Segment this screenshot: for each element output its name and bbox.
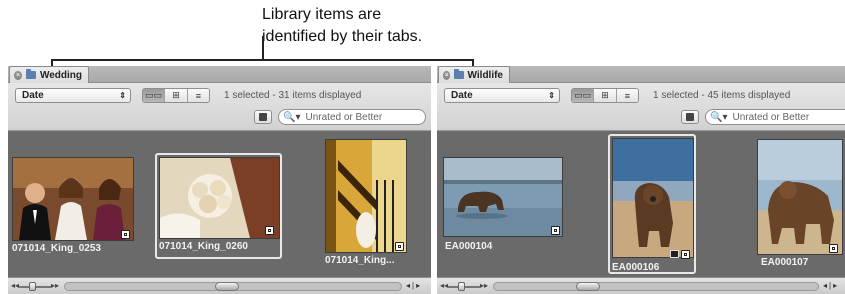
library-panel-wedding: × Wedding Date ⇕ ▭▭ ⊞ ≡ 1 selected - 31 …	[8, 66, 431, 294]
tab-label: Wedding	[39, 69, 82, 81]
master-badge-icon	[829, 244, 838, 253]
thumbnail-caption: 071014_King...	[325, 255, 395, 266]
thumbnail-caption: 071014_King_0260	[159, 241, 248, 252]
thumbnail-caption: EA000106	[612, 262, 660, 273]
callout-text: Library items are identified by their ta…	[262, 4, 522, 48]
sort-select[interactable]: Date ⇕	[15, 88, 131, 103]
thumbnail-caption: 071014_King_0253	[12, 243, 101, 254]
thumbnail-size-slider[interactable]: ◂◂ ▸▸	[440, 281, 488, 291]
search-field[interactable]: 🔍▾ Unrated or Better	[705, 109, 845, 125]
close-icon[interactable]: ×	[443, 70, 451, 80]
search-icon: 🔍▾	[283, 111, 301, 123]
view-switcher: ▭▭ ⊞ ≡	[142, 88, 210, 103]
tab-strip: × Wedding	[8, 66, 431, 83]
search-placeholder: Unrated or Better	[732, 111, 810, 123]
thumbnail-grid: EA000104 EA000106 EA000107	[437, 131, 845, 277]
callout-line-1: Library items are	[262, 6, 382, 23]
sort-value: Date	[22, 90, 44, 101]
grid-view-icon: ⊞	[601, 90, 609, 100]
filmstrip-view-button[interactable]: ▭▭	[572, 89, 595, 102]
status-text: 1 selected - 31 items displayed	[224, 90, 362, 101]
filmstrip-view-icon: ▭▭	[574, 90, 592, 100]
filmstrip-view-icon: ▭▭	[145, 90, 163, 100]
scrollbar-thumb[interactable]	[215, 282, 239, 291]
master-badge-icon	[681, 250, 690, 259]
scroll-arrows-icon[interactable]: ◂|▸	[823, 281, 839, 290]
status-text: 1 selected - 45 items displayed	[653, 90, 791, 101]
master-badge-icon	[265, 226, 274, 235]
zoom-out-icon: ◂◂	[11, 281, 20, 290]
thumbnail-item[interactable]: EA000107	[755, 137, 845, 271]
search-field[interactable]: 🔍▾ Unrated or Better	[278, 109, 426, 125]
sort-value: Date	[451, 90, 473, 101]
grid-view-button[interactable]: ⊞	[165, 89, 188, 102]
callout-pointer	[262, 36, 264, 60]
slider-knob[interactable]	[458, 282, 465, 291]
list-view-icon: ≡	[195, 90, 201, 101]
folder-icon	[454, 69, 464, 79]
photo-thumbnail	[159, 157, 280, 239]
chevron-updown-icon: ⇕	[548, 91, 555, 100]
browser-toolbar: Date ⇕ ▭▭ ⊞ ≡ 1 selected - 45 items disp…	[437, 83, 845, 131]
callout-line-2: identified by their tabs.	[262, 28, 423, 45]
filmstrip-view-button[interactable]: ▭▭	[143, 89, 166, 102]
thumbnail-item[interactable]: 071014_King...	[323, 137, 423, 269]
tab-wildlife[interactable]: × Wildlife	[438, 66, 510, 83]
search-icon: 🔍▾	[710, 111, 728, 123]
filter-button[interactable]	[681, 110, 699, 124]
tab-label: Wildlife	[467, 69, 503, 81]
list-view-icon: ≡	[624, 90, 630, 101]
browser-toolbar: Date ⇕ ▭▭ ⊞ ≡ 1 selected - 31 items disp…	[8, 83, 431, 131]
library-panel-wildlife: × Wildlife Date ⇕ ▭▭ ⊞ ≡ 1 selected - 45…	[437, 66, 845, 294]
search-placeholder: Unrated or Better	[305, 111, 383, 123]
grid-view-icon: ⊞	[172, 90, 180, 100]
master-badge-icon	[121, 230, 130, 239]
view-switcher: ▭▭ ⊞ ≡	[571, 88, 639, 103]
photo-thumbnail	[325, 139, 407, 253]
slider-knob[interactable]	[29, 282, 36, 291]
list-view-button[interactable]: ≡	[187, 89, 209, 102]
photo-thumbnail	[757, 139, 843, 255]
browser-bottom-bar: ◂◂ ▸▸ ◂|▸	[437, 277, 845, 294]
thumbnail-caption: EA000107	[761, 257, 809, 268]
scrollbar-thumb[interactable]	[576, 282, 600, 291]
horizontal-scrollbar[interactable]	[64, 282, 402, 291]
photo-thumbnail	[12, 157, 134, 241]
thumbnail-caption: EA000104	[445, 241, 493, 252]
horizontal-scrollbar[interactable]	[493, 282, 819, 291]
sort-select[interactable]: Date ⇕	[444, 88, 560, 103]
thumbnail-item[interactable]: EA000104	[441, 155, 567, 255]
tab-wedding[interactable]: × Wedding	[9, 66, 89, 83]
grid-view-button[interactable]: ⊞	[594, 89, 617, 102]
close-icon[interactable]: ×	[14, 70, 23, 80]
photo-thumbnail	[612, 138, 694, 258]
zoom-out-icon: ◂◂	[440, 281, 449, 290]
master-badge-icon	[551, 226, 560, 235]
chevron-updown-icon: ⇕	[119, 91, 126, 100]
tab-strip: × Wildlife	[437, 66, 845, 83]
zoom-in-icon: ▸▸	[50, 281, 59, 290]
thumbnail-item[interactable]: 071014_King_0253	[10, 155, 136, 255]
photo-thumbnail	[443, 157, 563, 237]
thumbnail-item-selected[interactable]: EA000106	[608, 134, 696, 274]
scroll-arrows-icon[interactable]: ◂|▸	[406, 281, 422, 290]
list-view-button[interactable]: ≡	[616, 89, 638, 102]
zoom-in-icon: ▸▸	[479, 281, 488, 290]
master-badge-icon	[395, 242, 404, 251]
browser-bottom-bar: ◂◂ ▸▸ ◂|▸	[8, 277, 431, 294]
thumbnail-size-slider[interactable]: ◂◂ ▸▸	[11, 281, 59, 291]
folder-icon	[26, 69, 36, 79]
thumbnail-item-selected[interactable]: 071014_King_0260	[155, 153, 282, 259]
thumbnail-grid: 071014_King_0253 071014_King_0260 071014…	[8, 131, 431, 277]
adjusted-badge-icon	[670, 250, 679, 258]
filter-button[interactable]	[254, 110, 272, 124]
